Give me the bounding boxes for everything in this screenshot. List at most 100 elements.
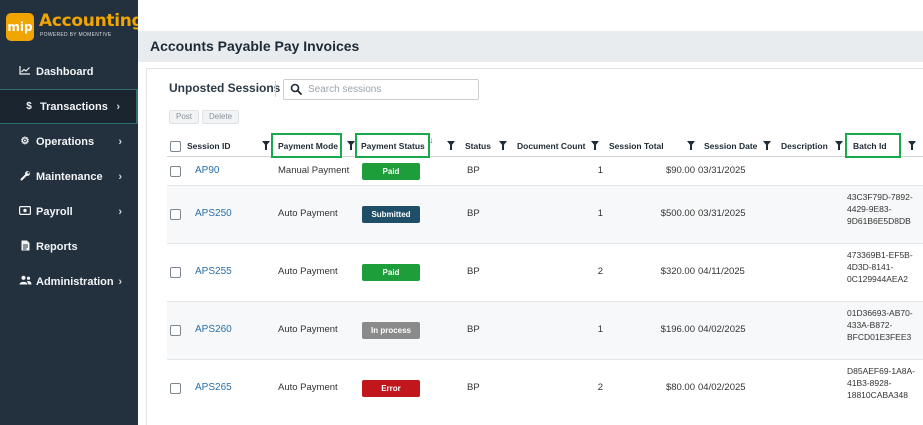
session-total-cell: $80.00: [665, 382, 695, 393]
session-id-link[interactable]: AP90: [195, 165, 219, 176]
column-header-batch-id[interactable]: Batch Id: [853, 135, 887, 157]
filter-icon[interactable]: [835, 141, 843, 150]
session-id-link[interactable]: APS265: [195, 382, 232, 393]
delete-button[interactable]: Delete: [202, 110, 240, 124]
session-date-cell: 04/11/2025: [698, 266, 745, 277]
filter-icon[interactable]: [262, 141, 270, 150]
payment-status-badge: Error: [362, 380, 420, 397]
column-header-description[interactable]: Description: [781, 135, 828, 157]
sidebar-item-label: Dashboard: [36, 65, 94, 78]
logo-subtitle: POWERED BY MOMENTIVE: [40, 32, 112, 38]
table-row[interactable]: APS255 Auto Payment Paid BP 2 $320.00 04…: [167, 244, 923, 302]
payment-mode-cell: Auto Payment: [278, 266, 338, 277]
session-total-cell: $90.00: [665, 165, 695, 176]
status-cell: BP: [467, 165, 480, 176]
filter-icon[interactable]: [447, 141, 455, 150]
session-date-cell: 03/31/2025: [698, 208, 746, 219]
filter-icon[interactable]: [499, 141, 507, 150]
logo-badge: mip: [6, 13, 34, 41]
post-button[interactable]: Post: [169, 110, 200, 124]
document-count-cell: 2: [597, 266, 603, 277]
sidebar-item-label: Operations: [36, 135, 95, 148]
chevron-right-icon: ›: [118, 170, 122, 183]
session-id-link[interactable]: APS255: [195, 266, 232, 277]
session-date-cell: 03/31/2025: [698, 165, 746, 176]
sidebar-item-payroll[interactable]: Payroll ›: [0, 194, 138, 229]
sidebar-item-reports[interactable]: Reports: [0, 229, 138, 264]
sidebar-item-administration[interactable]: Administration ›: [0, 264, 138, 299]
sidebar-item-maintenance[interactable]: Maintenance ›: [0, 159, 138, 194]
file-icon: [18, 240, 32, 254]
status-cell: BP: [467, 382, 480, 393]
sidebar-item-operations[interactable]: ⚙ Operations ›: [0, 124, 138, 159]
sidebar-item-label: Transactions: [40, 100, 108, 113]
sidebar-item-dashboard[interactable]: Dashboard: [0, 54, 138, 89]
row-checkbox[interactable]: [170, 325, 181, 336]
page-title: Accounts Payable Pay Invoices: [150, 38, 360, 54]
filter-icon[interactable]: [908, 141, 916, 150]
payment-status-badge: Paid: [362, 264, 420, 281]
search-icon: [290, 83, 302, 95]
table-row[interactable]: AP90 Manual Payment Paid BP 1 $90.00 03/…: [167, 157, 923, 186]
session-total-cell: $196.00: [660, 324, 695, 335]
sidebar-item-label: Reports: [36, 240, 78, 253]
table-row[interactable]: APS265 Auto Payment Error BP 2 $80.00 04…: [167, 360, 923, 418]
sidebar-item-label: Payroll: [36, 205, 73, 218]
title-divider: [275, 81, 276, 97]
status-cell: BP: [467, 208, 480, 219]
table-row[interactable]: APS250 Auto Payment Submitted BP 1 $500.…: [167, 186, 923, 244]
status-cell: BP: [467, 266, 480, 277]
session-id-link[interactable]: APS250: [195, 208, 232, 219]
sidebar: mip Accounting POWERED BY MOMENTIVE Dash…: [0, 0, 144, 425]
column-header-session-id[interactable]: Session ID: [187, 135, 230, 157]
column-header-session-date[interactable]: Session Date: [704, 135, 757, 157]
column-header-payment-status[interactable]: Payment Status: [361, 135, 425, 157]
row-checkbox[interactable]: [170, 209, 181, 220]
sort-down-icon[interactable]: ↓: [429, 135, 434, 145]
sidebar-item-transactions[interactable]: $ Transactions ›: [0, 89, 138, 124]
batch-id-cell: 01D36693-AB70-433A-B872-BFCD01E3FEE3: [847, 308, 913, 342]
chevron-right-icon: ›: [118, 275, 122, 288]
batch-id-cell: D85AEF69-1A8A-41B3-8928-18810CABA348: [847, 366, 916, 400]
filter-icon[interactable]: [591, 141, 599, 150]
column-header-document-count[interactable]: Document Count: [517, 135, 585, 157]
search-input[interactable]: [308, 82, 476, 97]
page-header: Accounts Payable Pay Invoices: [138, 31, 923, 62]
status-cell: BP: [467, 324, 480, 335]
column-header-status[interactable]: Status: [465, 135, 491, 157]
payment-mode-cell: Manual Payment: [278, 165, 350, 176]
payment-status-badge: In process: [362, 322, 420, 339]
document-count-cell: 1: [597, 208, 603, 219]
table-row[interactable]: APS260 Auto Payment In process BP 1 $196…: [167, 302, 923, 360]
session-total-cell: $320.00: [660, 266, 695, 277]
payment-mode-cell: Auto Payment: [278, 208, 338, 219]
app-logo[interactable]: mip Accounting POWERED BY MOMENTIVE: [6, 9, 144, 47]
card-title: Unposted Sessions: [169, 81, 281, 95]
money-icon: [18, 205, 32, 218]
column-header-session-total[interactable]: Session Total: [609, 135, 664, 157]
table-header: Session ID Payment Mode Payment Status ↓…: [167, 133, 923, 158]
row-checkbox[interactable]: [170, 166, 181, 177]
sidebar-nav: Dashboard $ Transactions › ⚙ Operations …: [0, 54, 138, 299]
unposted-sessions-card: Unposted Sessions Post Delete Session ID…: [146, 68, 923, 425]
session-id-link[interactable]: APS260: [195, 324, 232, 335]
row-checkbox[interactable]: [170, 383, 181, 394]
filter-icon[interactable]: [687, 141, 695, 150]
document-count-cell: 1: [597, 324, 603, 335]
filter-icon[interactable]: [347, 141, 355, 150]
session-date-cell: 04/02/2025: [698, 324, 746, 335]
column-header-payment-mode[interactable]: Payment Mode: [278, 135, 338, 157]
select-all-checkbox[interactable]: [170, 141, 181, 152]
document-count-cell: 1: [597, 165, 603, 176]
sessions-table: Session ID Payment Mode Payment Status ↓…: [167, 133, 923, 418]
document-count-cell: 2: [597, 382, 603, 393]
row-checkbox[interactable]: [170, 267, 181, 278]
main-content: Accounts Payable Pay Invoices Unposted S…: [138, 0, 923, 425]
sidebar-item-label: Administration: [36, 275, 114, 288]
filter-icon[interactable]: [763, 141, 771, 150]
wrench-icon: [18, 170, 32, 184]
batch-id-cell: 473369B1-EF5B-4D3D-8141-0C129944AEA2: [847, 250, 913, 284]
chevron-right-icon: ›: [118, 135, 122, 148]
batch-id-cell: 43C3F79D-7892-4429-9E83-9D61B6E5D8DB: [847, 192, 913, 226]
search-box[interactable]: [283, 79, 479, 100]
